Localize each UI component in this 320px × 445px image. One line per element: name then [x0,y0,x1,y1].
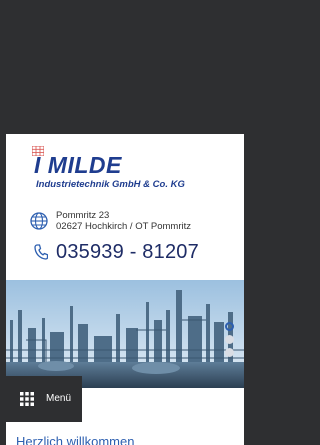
grid-icon [20,392,34,406]
company-name: I MILDE [34,152,122,178]
hero-image [6,280,244,388]
hero-slider[interactable] [6,280,244,388]
company-subtitle: Industrietechnik GmbH & Co. KG [36,179,185,190]
address-text: Pommritz 23 02627 Hochkirch / OT Pommrit… [56,210,191,232]
slider-dot-1[interactable] [225,322,234,331]
phone-number[interactable]: 035939 - 81207 [56,240,199,264]
page-heading: Herzlich willkommen [16,434,135,445]
slider-pagination [225,322,234,361]
company-logo[interactable]: I MILDE Industrietechnik GmbH & Co. KG [30,146,210,196]
globe-icon [30,212,48,230]
header-card: I MILDE Industrietechnik GmbH & Co. KG P… [6,134,244,445]
address: Pommritz 23 02627 Hochkirch / OT Pommrit… [30,210,230,234]
slider-dot-3[interactable] [225,348,234,357]
menu-label: Menü [46,393,72,404]
phone[interactable]: 035939 - 81207 [30,240,240,266]
address-line-1: Pommritz 23 [56,210,110,221]
phone-icon [34,244,48,260]
address-line-2: 02627 Hochkirch / OT Pommritz [56,221,191,232]
menu-button[interactable]: Menü [6,376,82,422]
slider-dot-2[interactable] [225,335,234,344]
